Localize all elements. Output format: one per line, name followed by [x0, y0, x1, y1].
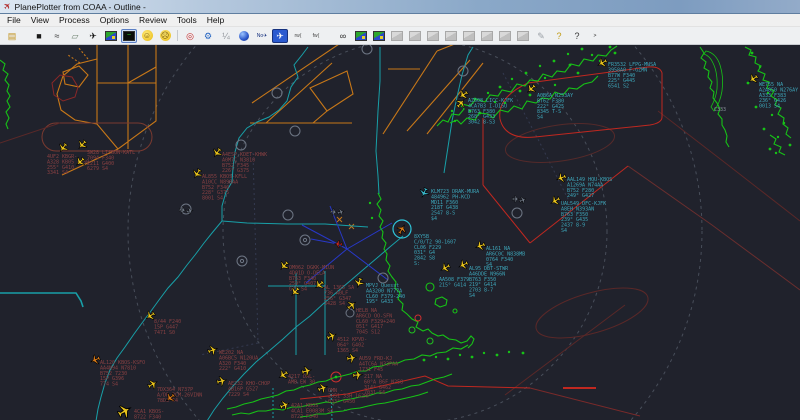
chart-3-button-disabled[interactable]	[425, 29, 441, 43]
flight-route-button[interactable]: ✈	[272, 29, 288, 43]
happy-status-button[interactable]: ☺	[139, 29, 155, 43]
signal-trace-button[interactable]: ≈	[49, 29, 65, 43]
map-canvas[interactable]: 4UF2 KBGR-A328 KB05 F330255° G4103341 S4…	[0, 45, 800, 420]
toolbar-gap-2	[326, 29, 333, 43]
forward-button[interactable]: fw(	[308, 29, 324, 43]
menu-item-tools[interactable]: Tools	[172, 15, 202, 25]
menu-item-process[interactable]: Process	[54, 15, 95, 25]
more-buttons-chevron[interactable]: >	[587, 29, 603, 43]
mode-s-button[interactable]: No✈	[254, 29, 270, 43]
chart-view-button[interactable]	[103, 29, 119, 43]
open-file-button[interactable]: ▤	[4, 29, 20, 43]
stop-button[interactable]: ■	[31, 29, 47, 43]
chart-5-button-disabled[interactable]	[461, 29, 477, 43]
rewind-button[interactable]: rw(	[290, 29, 306, 43]
planeplotter-window: ✈ PlanePlotter from COAA - Outline - Fil…	[0, 0, 800, 420]
toolbar: ▤■≈▱✈~☺☹◎⚙¼No✈✈rw(fw(∞✎??>	[0, 27, 800, 45]
chart-b-button[interactable]	[371, 29, 387, 43]
app-icon: ✈	[2, 1, 14, 13]
aircraft-data-block: AA508 F379215° G414	[439, 277, 469, 288]
help-button[interactable]: ?	[551, 29, 567, 43]
chart-4-button-disabled[interactable]	[443, 29, 459, 43]
window-title: PlanePlotter from COAA - Outline -	[15, 2, 146, 12]
chart-2-button-disabled[interactable]	[407, 29, 423, 43]
aircraft-data-block: 4CA1 KBOS-8722 F340	[134, 409, 164, 420]
menu-item-options[interactable]: Options	[95, 15, 134, 25]
signal-level-button[interactable]: ¼	[218, 29, 234, 43]
tools-settings-button[interactable]: ⚙	[200, 29, 216, 43]
chart-6-button-disabled[interactable]	[479, 29, 495, 43]
menu-item-help[interactable]: Help	[202, 15, 229, 25]
chart-8-button-disabled[interactable]	[515, 29, 531, 43]
title-bar[interactable]: ✈ PlanePlotter from COAA - Outline -	[0, 0, 800, 14]
chart-a-button[interactable]	[353, 29, 369, 43]
draw-line-button[interactable]: ✎	[533, 29, 549, 43]
menu-item-file[interactable]: File	[2, 15, 26, 25]
toolbar-gap-1	[22, 29, 29, 43]
toolbar-separator-1	[175, 29, 180, 43]
binoculars-button[interactable]: ∞	[335, 29, 351, 43]
marker-button[interactable]: ▱	[67, 29, 83, 43]
outline-view-button[interactable]: ~	[121, 29, 137, 43]
context-help-button[interactable]: ?	[569, 29, 585, 43]
neutral-status-button[interactable]: ☹	[157, 29, 173, 43]
aircraft-data-block: 4217 DAL-AMB EW 30	[288, 374, 315, 385]
chart-1-button-disabled[interactable]	[389, 29, 405, 43]
chart-7-button-disabled[interactable]	[497, 29, 513, 43]
menu-item-view[interactable]: View	[26, 15, 54, 25]
menu-bar: FileViewProcessOptionsReviewToolsHelp	[0, 14, 800, 27]
globe-button[interactable]	[236, 29, 252, 43]
waypoint-label: C333	[714, 107, 726, 113]
locate-target-button[interactable]: ◎	[182, 29, 198, 43]
aircraft-view-button[interactable]: ✈	[85, 29, 101, 43]
menu-item-review[interactable]: Review	[134, 15, 172, 25]
map-text-layer: C333	[714, 107, 726, 113]
